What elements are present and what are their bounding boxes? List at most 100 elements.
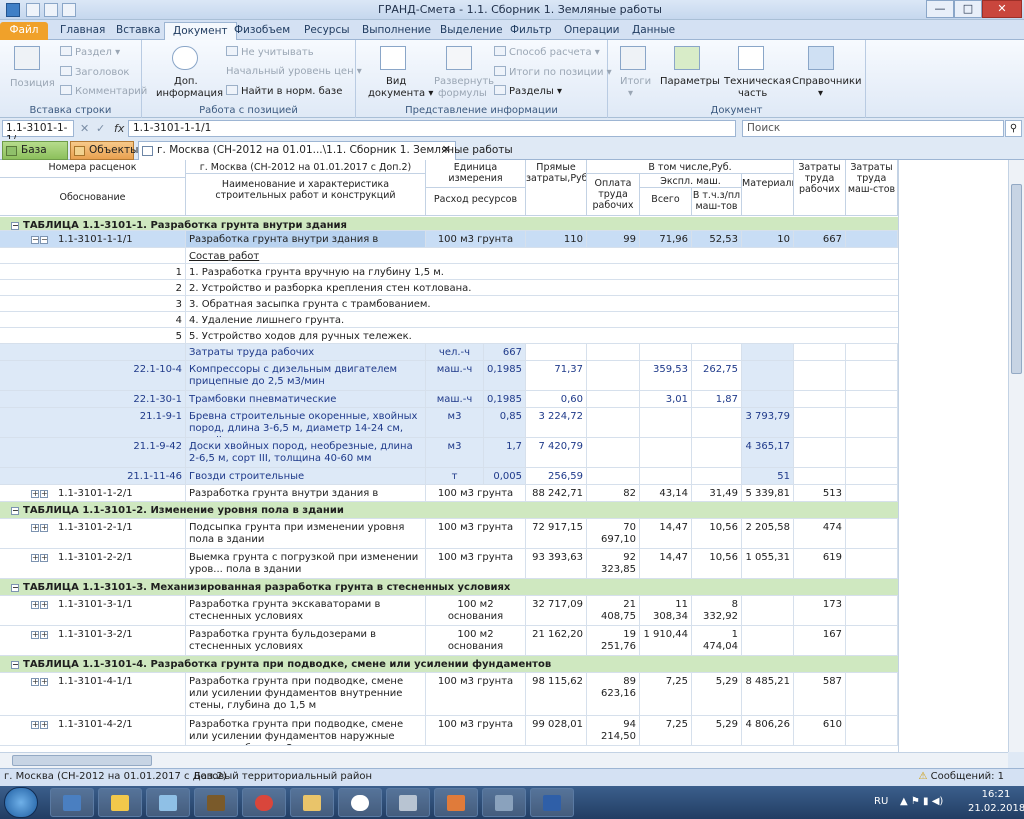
cell-opl[interactable]: 92 323,85 (587, 549, 640, 578)
cell-vsego[interactable] (640, 438, 692, 467)
cell-vsego[interactable]: 14,47 (640, 549, 692, 578)
expand-icon[interactable]: + (40, 601, 48, 609)
references-dropdown-icon[interactable]: ▾ (818, 88, 823, 99)
taskbar-app-2[interactable] (98, 788, 142, 817)
cell-name[interactable]: Затраты труда рабочих (186, 344, 426, 360)
cell-mat[interactable]: 51 318,03 (742, 468, 794, 484)
collapse-icon[interactable]: − (11, 222, 19, 230)
table-row[interactable]: + +1.1-3101-4-1/1 Разработка грунта при по… (0, 673, 898, 716)
tab-insert[interactable]: Вставка (108, 22, 169, 40)
section-title[interactable]: − ТАБЛИЦА 1.1-3101-2. Изменение уровня по… (0, 502, 898, 518)
position-button[interactable]: Позиция (10, 78, 55, 89)
cell-zmash[interactable] (846, 716, 898, 745)
cell-zmash[interactable] (846, 231, 898, 247)
cell-vtch[interactable] (692, 344, 742, 360)
collapse-icon[interactable]: − (40, 236, 48, 244)
expand-icon[interactable]: + (40, 631, 48, 639)
cell-name[interactable]: Разработка грунта внутри здания в котлов… (186, 231, 426, 247)
save-icon[interactable] (26, 3, 40, 17)
cell-code[interactable]: 1 (0, 264, 186, 279)
expand-icon[interactable]: + (40, 554, 48, 562)
header-button[interactable]: Заголовок (60, 66, 129, 78)
resource-row[interactable]: 22.1-10-4 Компрессоры с дизельным двигате… (0, 361, 898, 391)
resource-row[interactable]: 21.1-11-46 Гвозди строительные т 0,005 256,5… (0, 468, 898, 485)
comment-button[interactable]: Комментарий (60, 85, 147, 97)
cell-name[interactable]: Разработка грунта при подводке, смене ил… (186, 716, 426, 745)
cell-unit[interactable]: м3 (426, 408, 484, 437)
cell-zmash[interactable] (846, 361, 898, 390)
cell-name[interactable]: Разработка грунта экскаваторами в стесне… (186, 596, 426, 625)
cell-vsego[interactable]: 43,14 (640, 485, 692, 501)
cell-unit[interactable]: маш.-ч (426, 361, 484, 390)
cell-mat[interactable] (742, 361, 794, 390)
col-header-numbers[interactable]: Номера расценок (0, 160, 186, 178)
cell-rashod[interactable]: 0,85 (484, 408, 526, 437)
references-button[interactable]: Справочники (792, 76, 862, 87)
cell-unit[interactable]: м3 (426, 438, 484, 467)
cell-name[interactable]: Выемка грунта с погрузкой при изменении … (186, 549, 426, 578)
cell-rashod[interactable]: 1,7 (484, 438, 526, 467)
tab-filter[interactable]: Фильтр (502, 22, 560, 40)
close-tab-icon[interactable]: ✕ (442, 143, 451, 156)
cell-vtch[interactable]: 262,75 (692, 361, 742, 390)
expand-icon[interactable]: + (31, 554, 39, 562)
col-header-direct-costs[interactable]: Прямые затраты,Руб. (526, 160, 587, 216)
cell-code[interactable]: 21.1-9-42 (0, 438, 186, 467)
cell-opl[interactable] (587, 468, 640, 484)
cell-mat[interactable]: 1 055,31 (742, 549, 794, 578)
cell-zatr[interactable] (794, 468, 846, 484)
work-row[interactable]: 2 2. Устройство и разборка крепления стен… (0, 280, 898, 296)
col-header-labor-workers[interactable]: Затраты труда рабочих (794, 160, 846, 216)
tab-objects[interactable]: Объекты (70, 141, 138, 160)
taskbar-app-4[interactable] (194, 788, 238, 817)
cell-name[interactable]: 4. Удаление лишнего грунта. (186, 312, 898, 327)
cell-opl[interactable]: 21 408,75 (587, 596, 640, 625)
table-row[interactable]: + +1.1-3101-2-2/1 Выемка грунта с погрузко… (0, 549, 898, 579)
tab-file[interactable]: Файл (0, 22, 48, 40)
section-title[interactable]: − ТАБЛИЦА 1.1-3101-4. Разработка грунта п… (0, 656, 898, 672)
expand-icon[interactable]: + (40, 678, 48, 686)
cell-pryam[interactable]: 110 457,11 (526, 231, 587, 247)
totals-button[interactable]: Итоги (620, 76, 651, 87)
cell-pryam[interactable]: 0,60 (526, 391, 587, 407)
cell-zmash[interactable] (846, 391, 898, 407)
cell-zmash[interactable] (846, 519, 898, 548)
cell-opl[interactable] (587, 408, 640, 437)
tab-base[interactable]: База (2, 141, 68, 160)
cell-code[interactable]: + +1.1-3101-2-2/1 (0, 549, 186, 578)
cell-vtch[interactable]: 31,49 (692, 485, 742, 501)
cell-vsego[interactable]: 3,01 (640, 391, 692, 407)
maximize-button[interactable]: □ (954, 0, 982, 18)
cell-unit2[interactable]: 100 м3 грунта (426, 549, 526, 578)
cell-code[interactable]: − − 1.1-3101-1-1/1 (0, 231, 186, 247)
tab-data[interactable]: Данные (624, 22, 683, 40)
section-row[interactable]: − ТАБЛИЦА 1.1-3101-3. Механизированная ра… (0, 579, 898, 596)
cell-zmash[interactable] (846, 596, 898, 625)
cell-pryam[interactable] (526, 344, 587, 360)
cell-vsego[interactable]: 11 308,34 (640, 596, 692, 625)
tab-physvolume[interactable]: Физобъем (226, 22, 298, 40)
col-header-unit[interactable]: Единица измерения (426, 160, 526, 188)
cell-pryam[interactable]: 32 717,09 (526, 596, 587, 625)
expand-icon[interactable]: + (31, 678, 39, 686)
cell-zatr[interactable] (794, 391, 846, 407)
table-row[interactable]: + +1.1-3101-2-1/1 Подсыпка грунта при изме… (0, 519, 898, 549)
search-input[interactable]: Поиск (742, 120, 1004, 137)
cell-pryam[interactable]: 7 420,79 (526, 438, 587, 467)
collapse-icon[interactable]: − (31, 236, 39, 244)
cell-zmash[interactable] (846, 468, 898, 484)
cell-vtch[interactable]: 1,87 (692, 391, 742, 407)
name-box[interactable]: 1.1-3101-1-1/ (2, 120, 74, 146)
resource-row[interactable]: 22.1-30-1 Трамбовки пневматические маш.-ч 0… (0, 391, 898, 408)
cell-code[interactable]: 4 (0, 312, 186, 327)
tab-home[interactable]: Главная (52, 22, 113, 40)
cell-opl[interactable]: 70 697,10 (587, 519, 640, 548)
cell-mat[interactable]: 4 806,26 (742, 716, 794, 745)
cell-name[interactable]: Компрессоры с дизельным двигателем прице… (186, 361, 426, 390)
cell-opl[interactable]: 19 251,76 (587, 626, 640, 655)
cell-zatr[interactable] (794, 344, 846, 360)
cell-name[interactable]: Гвозди строительные (186, 468, 426, 484)
cell-unit2[interactable]: 100 м2 основания (426, 626, 526, 655)
work-row[interactable]: 1 1. Разработка грунта вручную на глубину… (0, 264, 898, 280)
cell-unit2[interactable]: 100 м3 грунта (426, 716, 526, 745)
